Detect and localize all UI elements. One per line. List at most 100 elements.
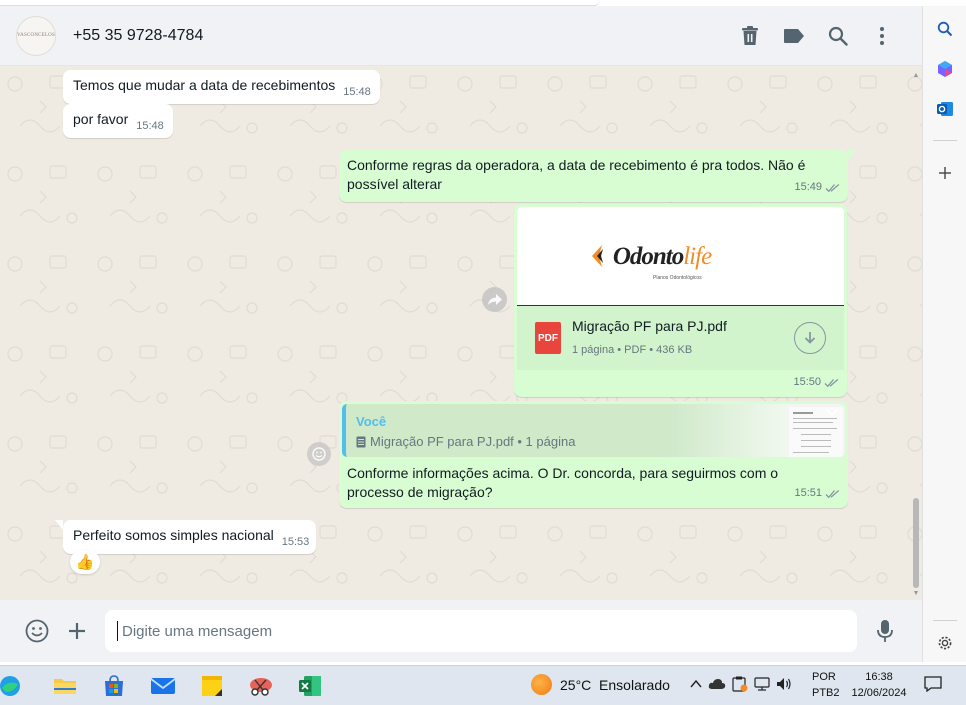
system-tray	[690, 676, 792, 692]
chevron-down-icon[interactable]	[825, 408, 839, 418]
message-outgoing[interactable]: Conforme regras da operadora, a data de …	[339, 150, 856, 202]
message-text: Perfeito somos simples nacional	[73, 527, 274, 543]
network-icon[interactable]	[754, 677, 770, 691]
smiley-icon	[25, 619, 49, 643]
sidebar-divider	[933, 140, 957, 141]
logo-subtitle: Planos Odontológicos	[653, 275, 702, 281]
outlook-icon	[937, 102, 953, 116]
message-time: 15:53	[281, 536, 310, 548]
message-time: 15:51	[794, 487, 822, 499]
microphone-icon	[877, 620, 893, 642]
forward-icon	[487, 293, 502, 305]
sidebar-outlook-button[interactable]	[923, 94, 966, 124]
document-icon	[356, 436, 366, 447]
sidebar-divider	[933, 620, 957, 621]
message-input[interactable]: Digite uma mensagem	[105, 610, 857, 652]
message-list[interactable]: ▲ ▼ Temos que mudar a data de recebiment…	[0, 66, 922, 600]
store-bag-icon	[105, 674, 123, 696]
volume-icon[interactable]	[776, 677, 792, 691]
react-button[interactable]	[307, 442, 331, 466]
plus-icon	[939, 167, 951, 179]
scissors-icon	[250, 677, 272, 696]
message-input-placeholder: Digite uma mensagem	[122, 622, 273, 640]
menu-button[interactable]	[860, 16, 904, 56]
document-preview[interactable]: Odontolife Planos Odontológicos	[517, 207, 844, 306]
search-icon	[937, 21, 953, 37]
delete-button[interactable]	[728, 16, 772, 56]
scroll-up-arrow-icon[interactable]: ▲	[912, 72, 920, 80]
onedrive-cloud-icon[interactable]	[708, 678, 726, 690]
taskbar-explorer-icon[interactable]	[48, 671, 82, 701]
contact-name[interactable]: +55 35 9728-4784	[73, 27, 203, 45]
emoji-button[interactable]	[17, 611, 57, 651]
sun-icon	[531, 674, 552, 695]
message-incoming[interactable]: Temos que mudar a data de recebimentos 15…	[63, 70, 380, 104]
input-language-indicator[interactable]: POR PTB2	[812, 669, 840, 701]
message-time: 15:49	[794, 181, 822, 193]
message-time: 15:48	[136, 120, 164, 132]
sticky-note-icon	[202, 675, 222, 696]
taskbar-store-icon[interactable]	[97, 671, 131, 701]
message-document[interactable]: Odontolife Planos Odontológicos PDF Migr…	[514, 204, 847, 397]
avatar-logo-text: VASCONCELOS	[17, 33, 55, 38]
message-time: 15:48	[343, 86, 371, 98]
message-reaction[interactable]: 👍	[70, 550, 100, 574]
double-check-icon	[824, 378, 839, 387]
quoted-message[interactable]: Você Migração PF para PJ.pdf • 1 página	[342, 404, 845, 457]
sidebar-search-button[interactable]	[923, 14, 966, 44]
whatsapp-window: VASCONCELOS +55 35 9728-4784 ▲ ▼ Temos q…	[0, 0, 966, 705]
weather-text: 25°C Ensolarado	[560, 676, 670, 693]
label-button[interactable]	[772, 16, 816, 56]
search-button[interactable]	[816, 16, 860, 56]
taskbar-excel-icon[interactable]	[293, 671, 327, 701]
bubble-tail	[55, 520, 63, 530]
taskbar-sticky-notes-icon[interactable]	[195, 671, 229, 701]
download-button[interactable]	[794, 322, 826, 354]
sidebar-copilot-button[interactable]	[923, 54, 966, 84]
chevron-up-icon[interactable]	[690, 679, 702, 689]
message-meta: 15:50	[793, 373, 839, 392]
message-incoming[interactable]: Perfeito somos simples nacional 15:53	[55, 520, 317, 554]
taskbar-snipping-tool-icon[interactable]	[244, 671, 278, 701]
document-info: Migração PF para PJ.pdf 1 página • PDF •…	[572, 317, 727, 360]
trash-icon	[742, 25, 758, 45]
weather-widget[interactable]: 25°C Ensolarado	[531, 674, 670, 695]
folder-icon	[54, 678, 76, 694]
bubble-tail	[848, 150, 856, 160]
copilot-icon	[938, 61, 952, 77]
message-incoming[interactable]: por favor 15:48	[63, 104, 173, 138]
taskbar-edge-icon[interactable]	[0, 671, 22, 701]
message-reply[interactable]: Você Migração PF para PJ.pdf • 1 página …	[339, 401, 848, 508]
windows-taskbar: 25°C Ensolarado POR PTB2 16:38 12/06/202…	[0, 665, 966, 705]
message-text: Conforme informações acima. O Dr. concor…	[347, 465, 779, 500]
double-check-icon	[825, 489, 840, 498]
download-arrow-icon	[804, 332, 816, 344]
document-row[interactable]: PDF Migração PF para PJ.pdf 1 página • P…	[517, 306, 844, 370]
clipboard-warning-icon[interactable]	[732, 676, 748, 692]
mail-icon	[150, 677, 176, 694]
text-caret	[117, 621, 118, 641]
pdf-file-icon: PDF	[535, 322, 561, 354]
taskbar-clock[interactable]: 16:38 12/06/2024	[849, 669, 909, 701]
sidebar-add-button[interactable]	[923, 158, 966, 188]
scroll-down-arrow-icon[interactable]: ▼	[912, 590, 920, 598]
sidebar-settings-button[interactable]	[923, 628, 966, 658]
notification-center-button[interactable]	[924, 676, 942, 693]
quote-text: Migração PF para PJ.pdf • 1 página	[356, 432, 575, 451]
more-vertical-icon	[880, 26, 884, 45]
attach-button[interactable]	[57, 611, 97, 651]
notification-icon	[924, 676, 942, 693]
taskbar-mail-icon[interactable]	[146, 671, 180, 701]
message-text: Temos que mudar a data de recebimentos	[73, 77, 336, 93]
voice-message-button[interactable]	[865, 611, 905, 651]
forward-button[interactable]	[482, 287, 507, 312]
chat-scrollbar[interactable]: ▲ ▼	[912, 72, 920, 597]
logo-mark-icon	[591, 245, 603, 267]
plus-icon	[69, 623, 85, 639]
quote-author: Você	[356, 414, 387, 429]
document-meta: 1 página • PDF • 436 KB	[572, 343, 693, 356]
logo-text: Odontolife	[612, 242, 712, 270]
avatar[interactable]: VASCONCELOS	[16, 15, 56, 56]
scroll-thumb[interactable]	[913, 498, 919, 588]
browser-sidebar	[922, 6, 966, 662]
